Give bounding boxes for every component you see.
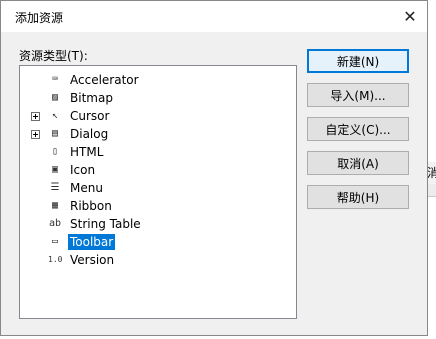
icon-resource-icon: ▣ <box>51 164 59 175</box>
tree-item[interactable]: ⌨ Accelerator <box>20 71 296 89</box>
cursor-icon: ↖ <box>51 110 59 121</box>
tree-item-label: Icon <box>70 163 96 177</box>
tree-item-label: Menu <box>70 181 103 195</box>
bitmap-icon: ▨ <box>51 92 59 103</box>
version-icon: 1.0 <box>48 255 63 264</box>
tree-item-label: Dialog <box>70 127 109 141</box>
tree-item[interactable]: ▦ Ribbon <box>20 197 296 215</box>
close-icon[interactable]: ✕ <box>397 3 423 29</box>
expand-plus-icon[interactable] <box>31 112 40 121</box>
tree-item[interactable]: ☰ Menu <box>20 179 296 197</box>
menu-icon: ☰ <box>50 182 60 193</box>
resource-type-tree[interactable]: ⌨ Accelerator ▨ Bitmap ↖ Cursor ▤ Dialog ▯ HTML ▣ I… <box>19 65 297 319</box>
tree-item[interactable]: ▯ HTML <box>20 143 296 161</box>
tree-item[interactable]: ▨ Bitmap <box>20 89 296 107</box>
tree-item-label: Ribbon <box>70 199 112 213</box>
tree-item-label: Cursor <box>70 109 110 123</box>
accelerator-icon: ⌨ <box>51 74 59 85</box>
tree-item[interactable]: ▭ Toolbar <box>20 233 296 251</box>
ribbon-icon: ▦ <box>51 200 59 211</box>
tree-item[interactable]: ▤ Dialog <box>20 125 296 143</box>
tree-item[interactable]: ▣ Icon <box>20 161 296 179</box>
title-bar: 添加资源 ✕ <box>1 1 427 32</box>
tree-item-label: HTML <box>70 145 104 159</box>
string-table-icon: ab <box>48 218 62 229</box>
tree-item[interactable]: ab String Table <box>20 215 296 233</box>
custom-button[interactable]: 自定义(C)... <box>307 117 409 141</box>
html-icon: ▯ <box>51 146 59 157</box>
tree-item[interactable]: ↖ Cursor <box>20 107 296 125</box>
cancel-button[interactable]: 取消(A) <box>307 151 409 175</box>
toolbar-icon: ▭ <box>51 236 59 247</box>
tree-item[interactable]: 1.0 Version <box>20 251 296 269</box>
expand-plus-icon[interactable] <box>31 130 40 139</box>
tree-item-label: Bitmap <box>70 91 113 105</box>
help-button[interactable]: 帮助(H) <box>307 185 409 209</box>
tree-item-label: String Table <box>70 217 141 231</box>
dialog-icon: ▤ <box>51 128 59 139</box>
background-button-label: 消 <box>427 166 436 180</box>
import-button[interactable]: 导入(M)... <box>307 83 409 107</box>
tree-item-label: Toolbar <box>68 234 116 250</box>
tree-item-label: Version <box>70 253 115 267</box>
new-button[interactable]: 新建(N) <box>307 49 409 73</box>
resource-type-label: 资源类型(T): <box>19 49 88 63</box>
add-resource-dialog: 添加资源 ✕ 资源类型(T): ⌨ Accelerator ▨ Bitmap ↖ Curs… <box>0 0 428 336</box>
dialog-title: 添加资源 <box>15 11 64 25</box>
tree-item-label: Accelerator <box>70 73 139 87</box>
